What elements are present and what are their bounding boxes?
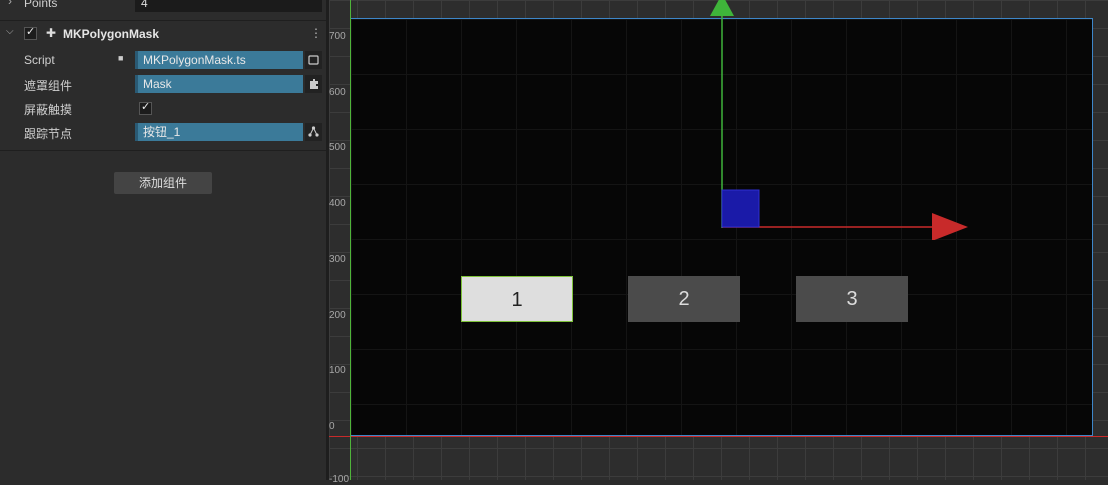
component-enabled-checkbox[interactable]: ✓ xyxy=(24,26,37,40)
x-axis-line xyxy=(329,436,1108,437)
script-asset-icon[interactable] xyxy=(305,51,322,69)
lock-icon: ■ xyxy=(118,53,124,63)
node-picker-icon[interactable] xyxy=(305,123,322,141)
chevron-down-icon[interactable]: ⌵ xyxy=(6,26,14,37)
points-input[interactable]: 4 xyxy=(135,0,322,12)
inspector-panel: › Points 4 ⌵ ✓ ✚ MKPolygonMask ⋮ Script … xyxy=(0,0,326,480)
track-node-row: 跟踪节点 按钮_1 xyxy=(0,120,326,144)
y-tick-label: 700 xyxy=(329,31,346,42)
block-touch-checkbox[interactable]: ✓ xyxy=(139,101,152,115)
mask-field[interactable]: Mask xyxy=(135,75,303,93)
y-tick-label: 100 xyxy=(329,365,346,376)
scene-button-1[interactable]: 1 xyxy=(461,276,573,322)
track-node-label: 跟踪节点 xyxy=(24,127,73,141)
check-icon: ✓ xyxy=(26,26,36,38)
gizmo-center-handle xyxy=(721,189,760,228)
mask-label: 遮罩组件 xyxy=(24,79,73,93)
component-title: MKPolygonMask xyxy=(63,27,160,41)
puzzle-icon: ✚ xyxy=(46,26,57,40)
y-tick-label: 200 xyxy=(329,310,346,321)
component-header[interactable]: ⌵ ✓ ✚ MKPolygonMask ⋮ xyxy=(0,22,326,46)
mask-row: 遮罩组件 Mask xyxy=(0,72,326,96)
more-options-icon[interactable]: ⋮ xyxy=(310,26,322,40)
points-label: Points xyxy=(24,0,58,10)
move-gizmo[interactable] xyxy=(700,0,980,240)
script-label: Script xyxy=(24,53,55,67)
y-axis-line xyxy=(350,0,351,480)
component-picker-icon[interactable] xyxy=(305,75,322,93)
y-tick-label: 500 xyxy=(329,142,346,153)
add-component-button[interactable]: 添加组件 xyxy=(114,172,212,194)
chevron-right-icon[interactable]: › xyxy=(8,0,12,8)
block-touch-label: 屏蔽触摸 xyxy=(24,103,73,117)
check-icon: ✓ xyxy=(141,101,151,113)
y-tick-label: 400 xyxy=(329,198,346,209)
script-field[interactable]: MKPolygonMask.ts xyxy=(135,51,303,69)
script-row: Script ■ MKPolygonMask.ts xyxy=(0,48,326,72)
divider-line xyxy=(0,20,326,21)
scene-button-3[interactable]: 3 xyxy=(796,276,908,322)
track-node-field[interactable]: 按钮_1 xyxy=(135,123,303,141)
gizmo-y-arrow-icon xyxy=(710,0,734,16)
y-tick-label: 600 xyxy=(329,87,346,98)
divider-line xyxy=(0,150,326,151)
y-tick-label: 0 xyxy=(329,421,335,432)
gizmo-x-arrow-icon xyxy=(932,213,968,240)
scene-button-2[interactable]: 2 xyxy=(628,276,740,322)
block-touch-row: 屏蔽触摸 ✓ xyxy=(0,96,326,120)
y-tick-label: 300 xyxy=(329,254,346,265)
